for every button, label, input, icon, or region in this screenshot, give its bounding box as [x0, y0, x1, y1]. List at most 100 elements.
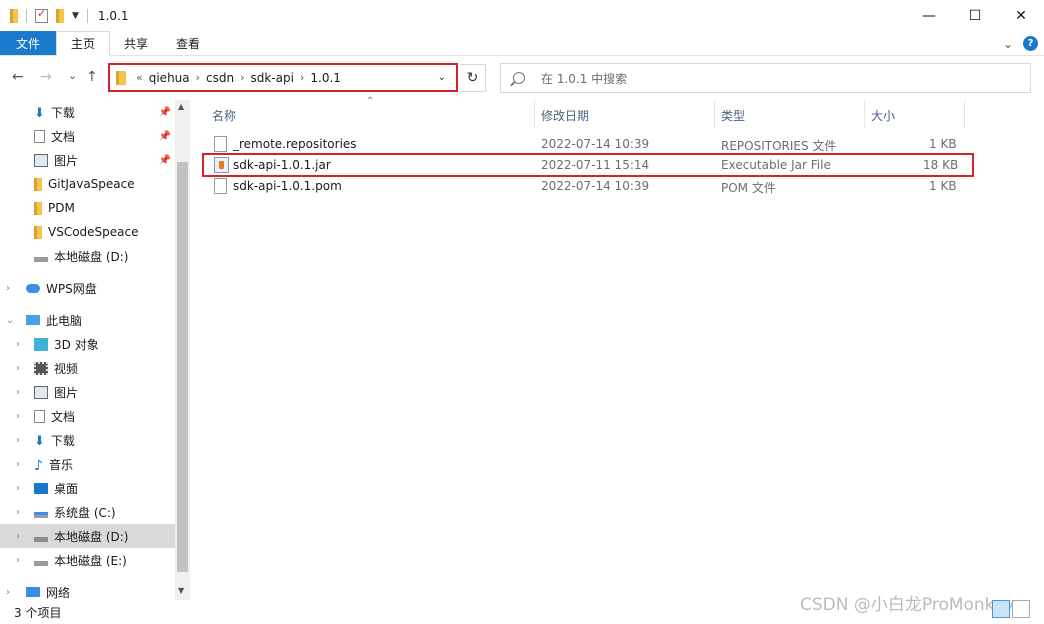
- expand-chevron-icon[interactable]: ›: [16, 507, 20, 518]
- expand-chevron-icon[interactable]: ›: [16, 363, 20, 374]
- item-count: 3 个项目: [14, 605, 62, 620]
- column-divider[interactable]: [864, 100, 865, 128]
- up-button[interactable]: ↑: [86, 69, 98, 85]
- minimize-button[interactable]: —: [906, 0, 952, 31]
- sidebar-item-desktop[interactable]: › 桌面: [0, 476, 175, 500]
- folder-icon: [34, 177, 42, 191]
- tab-file[interactable]: 文件: [0, 31, 56, 55]
- sidebar-item-documents[interactable]: › 文档: [0, 404, 175, 428]
- sidebar-item-label: 下载: [50, 433, 75, 448]
- expand-chevron-icon[interactable]: ›: [16, 411, 20, 422]
- sidebar-item-pdm[interactable]: PDM: [0, 196, 175, 220]
- properties-icon[interactable]: [35, 7, 48, 23]
- file-size: 1 KB: [929, 137, 957, 151]
- sidebar-item-wps-cloud[interactable]: › WPS网盘: [0, 276, 175, 300]
- expand-chevron-icon[interactable]: ›: [16, 339, 20, 350]
- sidebar-item-drive-d-pinned[interactable]: 本地磁盘 (D:): [0, 244, 175, 268]
- network-icon: [26, 587, 40, 597]
- desktop-icon: [34, 482, 48, 494]
- collapse-chevron-icon[interactable]: ⌄: [6, 315, 14, 326]
- overflow-chevron[interactable]: «: [136, 71, 143, 84]
- window-title: 1.0.1: [97, 8, 129, 23]
- column-divider[interactable]: [534, 100, 535, 128]
- expand-ribbon-icon[interactable]: ⌄: [1003, 37, 1013, 51]
- expand-chevron-icon[interactable]: ›: [6, 587, 10, 598]
- column-divider[interactable]: [714, 100, 715, 128]
- column-type[interactable]: 类型: [721, 107, 745, 124]
- sidebar-item-drive-d[interactable]: › 本地磁盘 (D:): [0, 524, 175, 548]
- sidebar-item-vscodespeace[interactable]: VSCodeSpeace: [0, 220, 175, 244]
- breadcrumb-version[interactable]: 1.0.1: [310, 71, 341, 85]
- sidebar-item-label: 视频: [54, 361, 79, 376]
- chevron-right-icon[interactable]: ›: [196, 71, 200, 84]
- help-icon[interactable]: ?: [1023, 36, 1038, 51]
- sidebar-item-drive-e[interactable]: › 本地磁盘 (E:): [0, 548, 175, 572]
- expand-chevron-icon[interactable]: ›: [6, 283, 10, 294]
- details-view-button[interactable]: [992, 600, 1010, 618]
- divider: [26, 8, 27, 23]
- sidebar-item-label: 图片: [54, 385, 79, 400]
- picture-icon: [34, 153, 48, 167]
- address-dropdown-icon[interactable]: ⌄: [438, 72, 446, 83]
- sidebar-item-music[interactable]: › ♪ 音乐: [0, 452, 175, 476]
- pin-icon[interactable]: 📌: [159, 155, 171, 166]
- customize-dropdown-icon[interactable]: ▼: [72, 11, 79, 21]
- sidebar-item-drive-c[interactable]: › 系统盘 (C:): [0, 500, 175, 524]
- column-name[interactable]: 名称: [212, 107, 236, 124]
- scroll-up-icon[interactable]: ▲: [178, 102, 184, 111]
- large-icons-view-button[interactable]: [1012, 600, 1030, 618]
- chevron-right-icon[interactable]: ›: [240, 71, 244, 84]
- expand-chevron-icon[interactable]: ›: [16, 387, 20, 398]
- sidebar-item-pictures[interactable]: › 图片: [0, 380, 175, 404]
- document-icon: [34, 129, 45, 143]
- file-name: sdk-api-1.0.1.pom: [233, 179, 342, 193]
- new-folder-icon[interactable]: [56, 8, 64, 23]
- sidebar-item-label: GitJavaSpeace: [48, 177, 135, 191]
- search-input[interactable]: 在 1.0.1 中搜索: [500, 63, 1031, 93]
- recent-locations-button[interactable]: ⌄: [68, 69, 77, 82]
- back-button[interactable]: ←: [12, 69, 24, 85]
- pin-icon[interactable]: 📌: [159, 107, 171, 118]
- tab-view[interactable]: 查看: [162, 31, 214, 55]
- folder-icon: [116, 70, 126, 85]
- jar-file-highlight-box: [202, 153, 974, 177]
- tab-share[interactable]: 共享: [110, 31, 162, 55]
- sidebar-item-gitjavaspeace[interactable]: GitJavaSpeace: [0, 172, 175, 196]
- column-modified[interactable]: 修改日期: [541, 107, 589, 124]
- document-icon: [34, 409, 45, 423]
- sidebar-item-downloads-pinned[interactable]: ⬇ 下载 📌: [0, 100, 175, 124]
- breadcrumb-qiehua[interactable]: qiehua: [149, 71, 190, 85]
- address-row: ← → ⌄ ↑ « qiehua › csdn › sdk-api › 1.0.…: [0, 60, 1044, 98]
- expand-chevron-icon[interactable]: ›: [16, 555, 20, 566]
- sidebar-item-downloads[interactable]: › ⬇ 下载: [0, 428, 175, 452]
- ribbon-tabs: 文件 主页 共享 查看 ⌄ ?: [0, 31, 1044, 56]
- sidebar-item-videos[interactable]: › 视频: [0, 356, 175, 380]
- expand-chevron-icon[interactable]: ›: [16, 483, 20, 494]
- forward-button[interactable]: →: [40, 69, 52, 85]
- refresh-button[interactable]: ↻: [460, 64, 486, 92]
- column-size[interactable]: 大小: [871, 107, 895, 124]
- download-icon: ⬇: [34, 105, 45, 121]
- sidebar-item-pictures-pinned[interactable]: 图片 📌: [0, 148, 175, 172]
- file-row[interactable]: sdk-api-1.0.1.pom 2022-07-14 10:39 POM 文…: [190, 176, 1044, 197]
- close-button[interactable]: ✕: [998, 0, 1044, 31]
- expand-chevron-icon[interactable]: ›: [16, 435, 20, 446]
- maximize-button[interactable]: ☐: [952, 0, 998, 31]
- file-row[interactable]: _remote.repositories 2022-07-14 10:39 RE…: [190, 134, 1044, 155]
- sidebar-item-3d-objects[interactable]: › 3D 对象: [0, 332, 175, 356]
- pin-icon[interactable]: 📌: [159, 131, 171, 142]
- scroll-down-icon[interactable]: ▼: [178, 586, 184, 595]
- column-divider[interactable]: [964, 100, 965, 128]
- expand-chevron-icon[interactable]: ›: [16, 459, 20, 470]
- chevron-right-icon[interactable]: ›: [300, 71, 304, 84]
- tab-home[interactable]: 主页: [56, 31, 111, 56]
- scroll-thumb[interactable]: [177, 162, 188, 572]
- sidebar-scrollbar[interactable]: ▲ ▼: [175, 100, 190, 600]
- quick-access-toolbar: ▼: [0, 7, 88, 23]
- sidebar-item-documents-pinned[interactable]: 文档 📌: [0, 124, 175, 148]
- breadcrumb-csdn[interactable]: csdn: [206, 71, 234, 85]
- expand-chevron-icon[interactable]: ›: [16, 531, 20, 542]
- address-bar[interactable]: « qiehua › csdn › sdk-api › 1.0.1 ⌄: [108, 63, 458, 92]
- sidebar-item-this-pc[interactable]: ⌄ 此电脑: [0, 308, 175, 332]
- breadcrumb-sdk-api[interactable]: sdk-api: [251, 71, 294, 85]
